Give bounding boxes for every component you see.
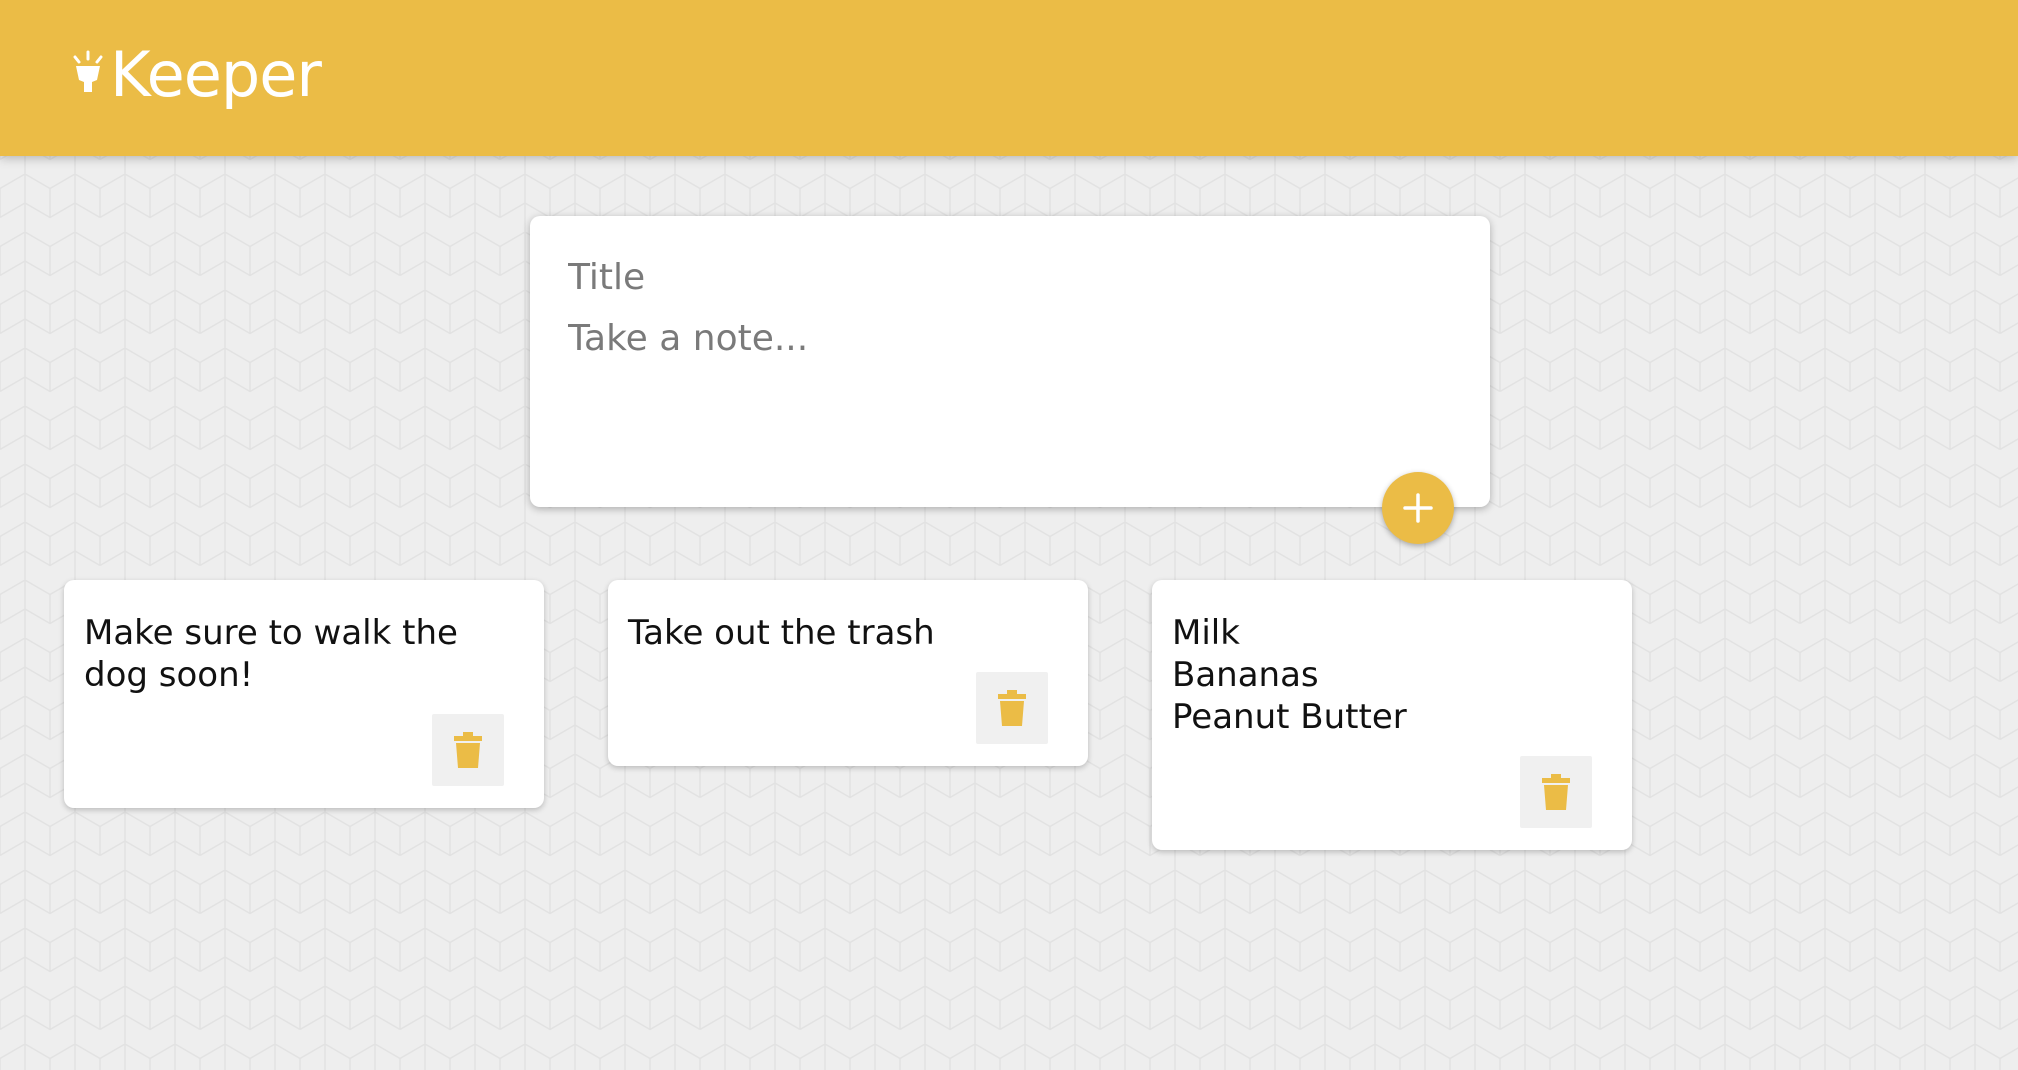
note-card: Milk Bananas Peanut Butter <box>1152 580 1632 850</box>
app-logo: Keeper <box>70 38 322 111</box>
delete-note-button[interactable] <box>976 672 1048 744</box>
delete-note-button[interactable] <box>1520 756 1592 828</box>
trash-icon <box>1542 774 1570 810</box>
note-content: Milk Bananas Peanut Butter <box>1172 613 1407 737</box>
note-title-input[interactable] <box>568 252 1448 302</box>
note-card: Make sure to walk the dog soon! <box>64 580 544 808</box>
note-content: Make sure to walk the dog soon! <box>84 613 458 695</box>
trash-icon <box>998 690 1026 726</box>
trash-icon <box>454 732 482 768</box>
lightbulb-icon <box>73 50 103 92</box>
app-header: Keeper <box>0 0 2018 156</box>
note-card: Take out the trash <box>608 580 1088 766</box>
note-content-input[interactable] <box>568 318 1448 468</box>
create-note-form <box>530 216 1490 507</box>
delete-note-button[interactable] <box>432 714 504 786</box>
add-note-button[interactable] <box>1382 472 1454 544</box>
background-pattern <box>0 0 2018 1070</box>
note-content: Take out the trash <box>628 613 935 653</box>
plus-icon <box>1403 493 1433 523</box>
app-title: Keeper <box>110 38 322 111</box>
